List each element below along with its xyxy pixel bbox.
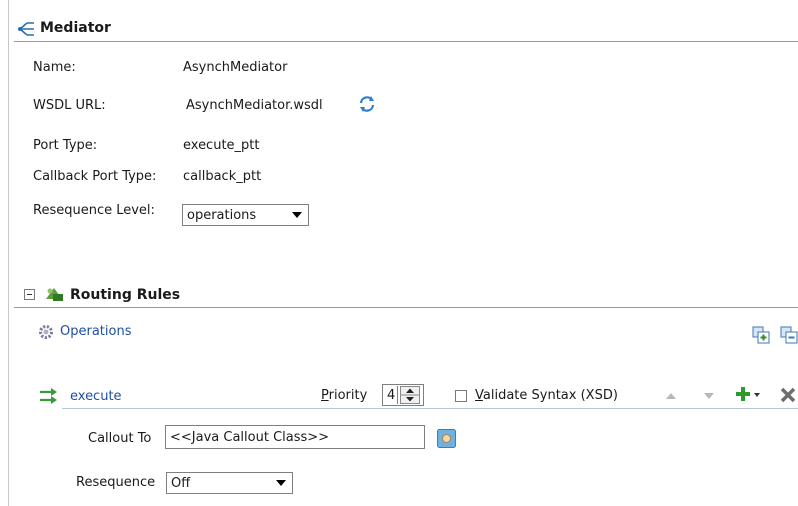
priority-value: 4 [387,388,396,403]
move-up-icon[interactable] [664,389,678,403]
collapse-group-icon[interactable] [780,326,798,344]
spinner-arrows-icon[interactable] [400,386,420,404]
port-type-value: execute_ptt [183,138,260,153]
name-value: AsynchMediator [183,60,288,75]
callout-to-label: Callout To [88,431,152,446]
resequence-select[interactable]: Off [166,472,293,494]
add-group-icon[interactable] [752,326,770,344]
callback-port-type-label: Callback Port Type: [33,169,157,184]
callout-to-input[interactable]: <<Java Callout Class>> [165,425,425,449]
execute-operation-link[interactable]: execute [70,389,122,404]
route-icon [38,388,58,404]
resequence-level-value: operations [187,207,257,223]
gear-icon [38,324,54,340]
collapse-icon[interactable] [24,289,35,300]
validate-syntax-checkbox[interactable] [455,390,467,402]
resequence-label: Resequence [76,475,156,490]
name-label: Name: [33,60,76,75]
browse-icon[interactable] [437,429,456,448]
routing-rules-title: Routing Rules [70,287,181,303]
left-border [8,0,9,506]
chevron-down-icon [292,212,302,218]
operation-underline [62,408,798,409]
resequence-level-label: Resequence Level: [33,203,155,218]
callback-port-type-value: callback_ptt [183,169,262,184]
priority-label: Priority [321,388,368,403]
mediator-icon [17,19,37,39]
validate-syntax-label: Validate Syntax (XSD) [475,388,618,403]
port-type-label: Port Type: [33,138,98,153]
resequence-value: Off [171,475,191,491]
priority-spinner[interactable]: 4 [382,384,424,406]
routing-rules-icon [44,285,66,303]
callout-to-value: <<Java Callout Class>> [170,429,330,445]
add-icon[interactable] [734,385,762,405]
mediator-divider [14,41,798,42]
mediator-title: Mediator [40,20,111,36]
routing-divider [14,307,798,308]
wsdl-url-value: AsynchMediator.wsdl [186,98,323,113]
chevron-down-icon [276,480,286,486]
delete-icon[interactable] [779,386,797,404]
operations-link[interactable]: Operations [60,324,131,339]
refresh-icon[interactable] [357,94,377,114]
resequence-level-select[interactable]: operations [182,204,309,226]
move-down-icon[interactable] [702,389,716,403]
wsdl-url-label: WSDL URL: [33,98,106,113]
